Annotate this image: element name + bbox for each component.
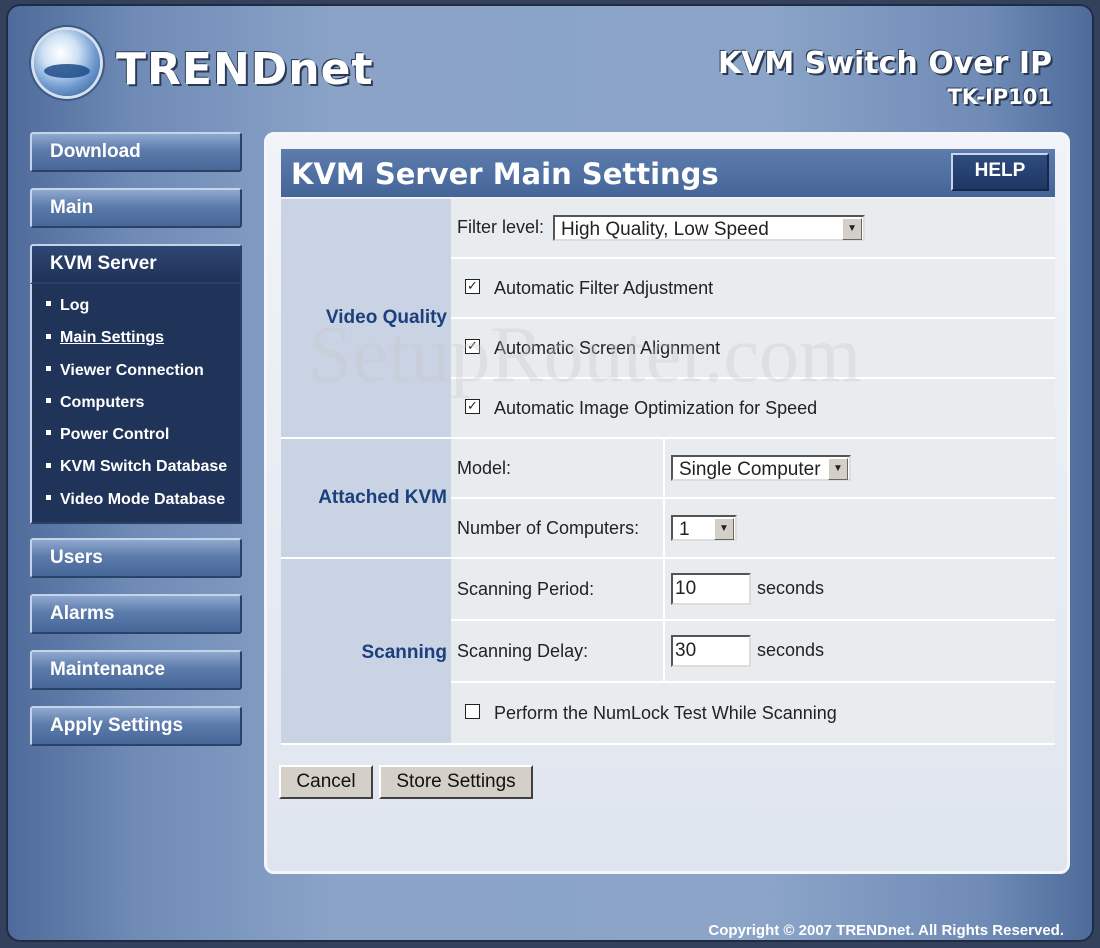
kvm-server-submenu: Log Main Settings Viewer Connection Comp… xyxy=(30,284,242,525)
logo-globe-icon xyxy=(34,30,100,96)
product-header: KVM Switch Over IP TK-IP101 xyxy=(718,46,1052,109)
numlock-label: Perform the NumLock Test While Scanning xyxy=(494,702,837,723)
nav-maintenance[interactable]: Maintenance xyxy=(30,650,242,691)
sidebar-nav: Download Main KVM Server Log Main Settin… xyxy=(30,132,242,762)
model-cell: Single Computer ▼ xyxy=(663,438,1055,499)
page-title: KVM Server Main Settings xyxy=(291,157,719,191)
auto-image-checkbox[interactable]: ✓ xyxy=(465,399,480,415)
filter-level-label: Filter level: xyxy=(457,216,545,237)
subnav-video-mode-database[interactable]: Video Mode Database xyxy=(32,484,240,516)
nav-main[interactable]: Main xyxy=(30,188,242,228)
main-panel: KVM Server Main Settings HELP Video Qual… xyxy=(264,132,1070,874)
subnav-viewer-connection[interactable]: Viewer Connection xyxy=(32,355,240,387)
nav-kvm-server[interactable]: KVM Server xyxy=(30,244,242,284)
scanning-delay-label: Scanning Delay: xyxy=(451,620,664,683)
num-computers-cell: 1 ▼ xyxy=(663,498,1055,559)
settings-table: Video Quality Filter level: High Quality… xyxy=(281,199,1055,745)
subnav-kvm-switch-database[interactable]: KVM Switch Database xyxy=(32,451,240,483)
auto-filter-checkbox[interactable]: ✓ xyxy=(465,279,480,295)
auto-filter-label: Automatic Filter Adjustment xyxy=(494,277,714,298)
model-value: Single Computer xyxy=(679,459,821,480)
product-name: KVM Switch Over IP xyxy=(717,46,1052,81)
chevron-down-icon: ▼ xyxy=(714,518,734,540)
num-computers-select[interactable]: 1 ▼ xyxy=(671,515,737,541)
cancel-button[interactable]: Cancel xyxy=(279,765,373,799)
chevron-down-icon: ▼ xyxy=(828,458,848,480)
model-select[interactable]: Single Computer ▼ xyxy=(671,455,851,481)
scanning-period-cell: 10 seconds xyxy=(663,558,1055,621)
filter-level-row: Filter level: High Quality, Low Speed ▼ xyxy=(451,199,1055,259)
subnav-log[interactable]: Log xyxy=(32,290,240,322)
store-settings-button[interactable]: Store Settings xyxy=(379,765,533,799)
scanning-delay-unit: seconds xyxy=(757,639,825,660)
auto-filter-row: ✓ Automatic Filter Adjustment xyxy=(451,258,1055,319)
section-attached-kvm: Attached KVM xyxy=(281,438,451,559)
scanning-period-unit: seconds xyxy=(757,577,825,598)
filter-level-value: High Quality, Low Speed xyxy=(561,219,769,240)
section-scanning: Scanning xyxy=(281,558,451,745)
trendnet-logo: TRENDnet xyxy=(30,26,373,106)
help-button[interactable]: HELP xyxy=(951,153,1049,191)
scanning-period-input[interactable]: 10 xyxy=(671,573,751,605)
panel-titlebar: KVM Server Main Settings HELP xyxy=(281,149,1055,197)
filter-level-select[interactable]: High Quality, Low Speed ▼ xyxy=(553,215,866,241)
logo-text: TRENDnet xyxy=(116,44,374,95)
product-model: TK-IP101 xyxy=(947,85,1052,109)
subnav-power-control[interactable]: Power Control xyxy=(32,419,240,451)
watermark: SetupRouter.com xyxy=(308,311,862,399)
scanning-delay-input[interactable]: 30 xyxy=(671,635,751,667)
chevron-down-icon: ▼ xyxy=(842,218,863,240)
nav-apply-settings[interactable]: Apply Settings xyxy=(30,706,242,747)
subnav-main-settings[interactable]: Main Settings xyxy=(32,322,240,354)
scanning-period-label: Scanning Period: xyxy=(451,558,664,621)
num-computers-label: Number of Computers: xyxy=(451,498,664,559)
numlock-row: Perform the NumLock Test While Scanning xyxy=(451,682,1055,745)
nav-users[interactable]: Users xyxy=(30,538,242,579)
nav-alarms[interactable]: Alarms xyxy=(30,594,242,635)
subnav-computers[interactable]: Computers xyxy=(32,387,240,419)
nav-download[interactable]: Download xyxy=(30,132,242,172)
scanning-delay-cell: 30 seconds xyxy=(663,620,1055,683)
copyright: Copyright © 2007 TRENDnet. All Rights Re… xyxy=(708,922,1064,939)
numlock-checkbox[interactable] xyxy=(465,704,480,720)
model-label: Model: xyxy=(451,438,664,499)
num-computers-value: 1 xyxy=(679,519,690,540)
